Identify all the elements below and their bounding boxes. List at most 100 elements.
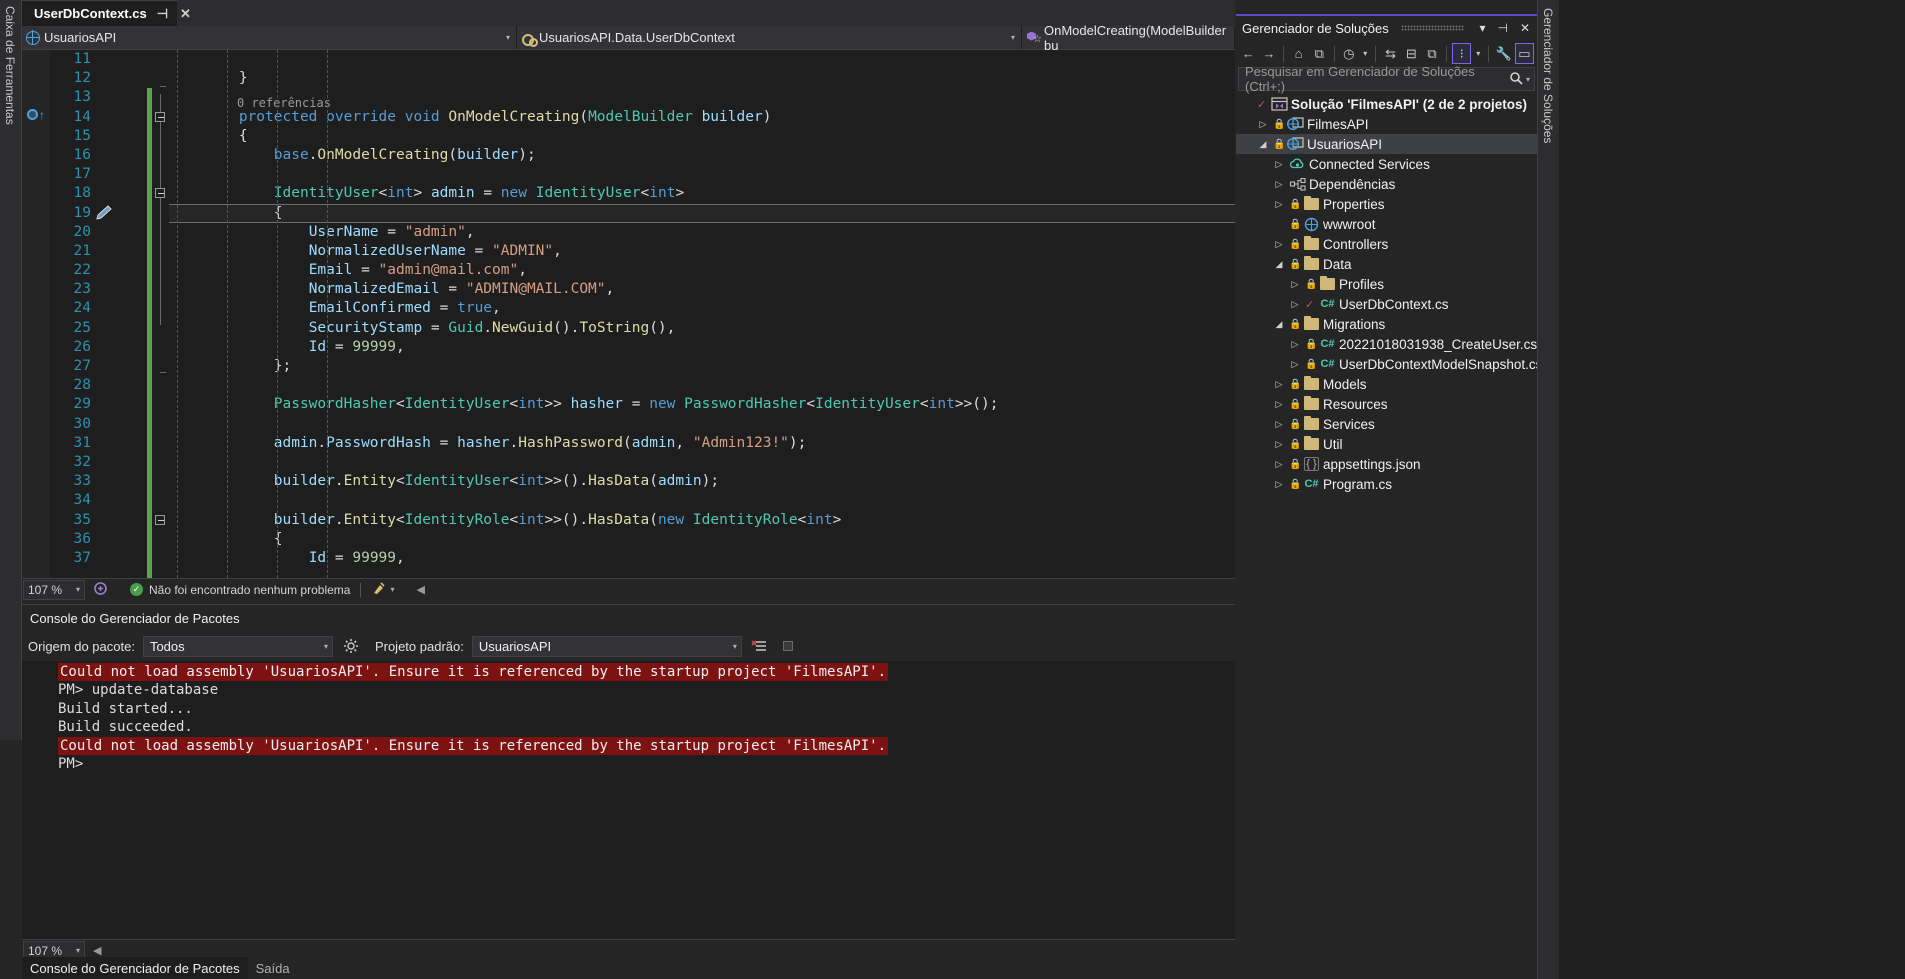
chevron-down-icon[interactable]: ▾ (733, 642, 737, 651)
expander-collapsed-icon[interactable]: ▷ (1272, 459, 1286, 470)
expander-expanded-icon[interactable]: ◢ (1272, 319, 1286, 330)
expander-expanded-icon[interactable]: ◢ (1272, 259, 1286, 270)
solution-tree-item[interactable]: ◢ 🔒 Migrations (1236, 314, 1537, 334)
solution-tree-item[interactable]: ▷ 🔒 Models (1236, 374, 1537, 394)
navbar-member-dropdown[interactable]: OnModelCreating(ModelBuilder bu (1022, 23, 1235, 53)
solution-tree-item[interactable]: ▷ 🔒 Resources (1236, 394, 1537, 414)
code-line[interactable]: builder.Entity<IdentityRole<int>>().HasD… (169, 511, 1235, 530)
pin-icon[interactable]: ⊣ (155, 6, 170, 22)
code-line[interactable]: { (169, 127, 1235, 146)
expander-collapsed-icon[interactable]: ▷ (1272, 399, 1286, 410)
solution-tree-item[interactable]: ▷ 🔒 Controllers (1236, 234, 1537, 254)
code-line[interactable] (169, 376, 1235, 395)
code-line[interactable]: base.OnModelCreating(builder); (169, 146, 1235, 165)
solution-tree-item[interactable]: ▷ 🔒 C# UserDbContextModelSnapshot.cs (1236, 354, 1537, 374)
expander-expanded-icon[interactable]: ◢ (1256, 139, 1270, 150)
code-cleanup-icon[interactable] (371, 581, 387, 599)
code-line[interactable]: protected override void OnModelCreating(… (169, 108, 1235, 127)
outlining-margin[interactable] (155, 50, 169, 578)
chevron-down-icon[interactable]: ▾ (506, 33, 510, 42)
window-menu-icon[interactable]: ▾ (1476, 21, 1488, 35)
stop-icon[interactable] (778, 636, 798, 656)
horizontal-scroll-left-icon[interactable]: ◀ (416, 583, 424, 596)
pending-changes-icon[interactable]: ◷ (1340, 43, 1359, 64)
home-icon[interactable]: ⌂ (1289, 43, 1308, 64)
horizontal-scroll-left-icon[interactable]: ◀ (93, 944, 101, 957)
chevron-down-icon[interactable]: ▾ (324, 642, 328, 651)
solution-tree-item[interactable]: ▷ 🔒 Util (1236, 434, 1537, 454)
solution-tree[interactable]: ✓ Solução 'FilmesAPI' (2 de 2 projetos) ▷ 🔒… (1236, 94, 1537, 494)
chevron-down-icon[interactable]: ▾ (1011, 33, 1015, 42)
code-line[interactable] (169, 50, 1235, 69)
default-project-select[interactable]: UsuariosAPI ▾ (471, 635, 742, 657)
drag-handle[interactable] (1400, 25, 1465, 31)
expander-collapsed-icon[interactable]: ▷ (1272, 479, 1286, 490)
preview-caret[interactable]: ▾ (1473, 43, 1483, 64)
search-input[interactable]: Pesquisar em Gerenciador de Soluções (Ct… (1245, 64, 1509, 94)
glyph-margin[interactable]: ↑ (22, 50, 50, 578)
expander-collapsed-icon[interactable]: ▷ (1272, 179, 1286, 190)
solution-tree-item[interactable]: ✓ Solução 'FilmesAPI' (2 de 2 projetos) (1236, 94, 1537, 114)
chevron-down-icon[interactable]: ▾ (76, 585, 80, 594)
package-source-select[interactable]: Todos ▾ (142, 635, 333, 657)
chevron-down-icon[interactable]: ▾ (1526, 75, 1530, 84)
gear-icon[interactable] (341, 636, 361, 656)
forward-icon[interactable]: → (1260, 43, 1279, 64)
solution-tree-item[interactable]: ▷ Dependências (1236, 174, 1537, 194)
solution-tree-item[interactable]: ▷ Connected Services (1236, 154, 1537, 174)
close-icon[interactable]: ✕ (178, 6, 193, 22)
code-line[interactable]: EmailConfirmed = true, (169, 299, 1235, 318)
solution-tree-item[interactable]: ▷ 🔒 C# 20221018031938_CreateUser.cs (1236, 334, 1537, 354)
properties-icon[interactable]: 🔧 (1494, 43, 1513, 64)
code-line[interactable]: NormalizedEmail = "ADMIN@MAIL.COM", (169, 280, 1235, 299)
bookmark-icon[interactable]: ↑ (27, 108, 45, 122)
code-line[interactable] (169, 165, 1235, 184)
solution-explorer-strip[interactable]: Gerenciador de Soluções (1537, 0, 1559, 979)
expander-collapsed-icon[interactable]: ▷ (1288, 299, 1302, 310)
preview-selected-icon[interactable]: ⁝ (1452, 43, 1472, 64)
chevron-down-icon[interactable]: ▾ (76, 946, 80, 955)
solution-tree-item[interactable]: ◢ 🔒 Data (1236, 254, 1537, 274)
solution-explorer-view-icon[interactable]: ▭ (1514, 43, 1534, 64)
code-line[interactable]: IdentityUser<int> admin = new IdentityUs… (169, 184, 1235, 203)
solution-tree-item[interactable]: ▷ 🔒{ } appsettings.json (1236, 454, 1537, 474)
pending-changes-caret[interactable]: ▾ (1360, 43, 1370, 64)
solution-tree-item[interactable]: ◢ 🔒 UsuariosAPI (1236, 134, 1537, 154)
sync-views-icon[interactable]: ⇆ (1381, 43, 1400, 64)
console-tab[interactable]: Saída (248, 957, 298, 979)
pin-icon[interactable]: ⊣ (1494, 21, 1510, 35)
intellicode-icon[interactable] (93, 581, 108, 599)
clear-console-icon[interactable] (750, 636, 770, 656)
solution-explorer-search[interactable]: Pesquisar em Gerenciador de Soluções (Ct… (1238, 64, 1535, 94)
code-line[interactable]: { (169, 204, 1235, 223)
search-icon[interactable] (1509, 71, 1523, 88)
expander-collapsed-icon[interactable]: ▷ (1272, 379, 1286, 390)
code-line[interactable]: Id = 99999, (169, 338, 1235, 357)
expander-collapsed-icon[interactable]: ▷ (1272, 419, 1286, 430)
vs-sync-icon[interactable]: ⧉ (1310, 43, 1329, 64)
solution-tree-item[interactable]: ▷ ✓ C# UserDbContext.cs (1236, 294, 1537, 314)
solution-tree-item[interactable]: ▷ 🔒 FilmesAPI (1236, 114, 1537, 134)
expander-collapsed-icon[interactable]: ▷ (1288, 279, 1302, 290)
console-output[interactable]: Could not load assembly 'UsuariosAPI'. E… (22, 661, 1235, 939)
solution-tree-item[interactable]: ▷ 🔒 C# Program.cs (1236, 474, 1537, 494)
expander-collapsed-icon[interactable]: ▷ (1288, 339, 1302, 350)
code-line[interactable] (169, 415, 1235, 434)
code-text[interactable]: } protected override void OnModelCreatin… (169, 50, 1235, 578)
code-line[interactable]: admin.PasswordHash = hasher.HashPassword… (169, 434, 1235, 453)
solution-tree-item[interactable]: 🔒 wwwroot (1236, 214, 1537, 234)
editor-tab-userdbcontext[interactable]: UserDbContext.cs ⊣ ✕ (22, 0, 191, 26)
expander-collapsed-icon[interactable]: ▷ (1272, 439, 1286, 450)
code-line[interactable]: PasswordHasher<IdentityUser<int>> hasher… (169, 395, 1235, 414)
code-line[interactable]: Email = "admin@mail.com", (169, 261, 1235, 280)
console-tab[interactable]: Console do Gerenciador de Pacotes (22, 957, 248, 979)
solution-tree-item[interactable]: ▷ 🔒 Services (1236, 414, 1537, 434)
navbar-type-dropdown[interactable]: UsuariosAPI.Data.UserDbContext ▾ (517, 26, 1022, 49)
expander-collapsed-icon[interactable]: ▷ (1272, 239, 1286, 250)
code-line[interactable]: SecurityStamp = Guid.NewGuid().ToString(… (169, 319, 1235, 338)
show-all-files-icon[interactable]: ⧉ (1423, 43, 1442, 64)
solution-tree-item[interactable]: ▷ 🔒 Profiles (1236, 274, 1537, 294)
collapse-region-toggle[interactable] (155, 514, 165, 525)
code-canvas[interactable]: ↑ 11 12 13 14 15 16 17 18 19 20 21 22 23 24 25 26 27 28 29… (22, 50, 1235, 578)
code-line[interactable]: UserName = "admin", (169, 223, 1235, 242)
